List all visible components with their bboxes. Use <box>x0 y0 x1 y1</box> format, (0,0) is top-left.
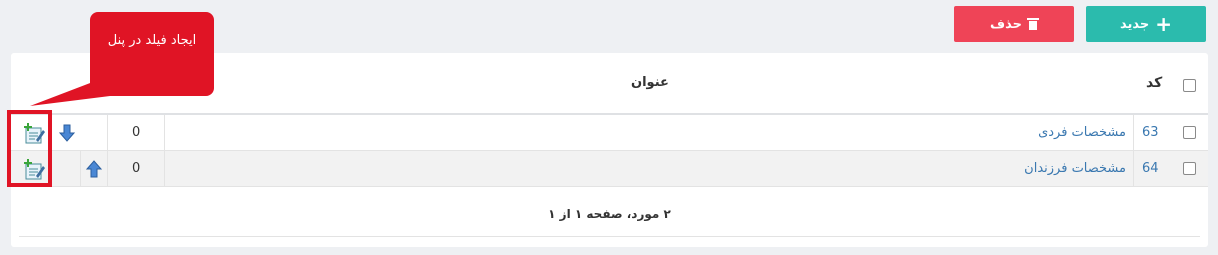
annotation-highlight-box <box>7 110 52 187</box>
trash-icon <box>1027 18 1039 30</box>
table-row[interactable]: 64 مشخصات فرزندان 0 <box>11 151 1208 187</box>
delete-button[interactable]: حذف <box>954 6 1074 42</box>
row-code[interactable]: 63 <box>1142 125 1159 140</box>
row-order: 0 <box>132 125 141 140</box>
table-row[interactable]: 63 مشخصات فردی 0 <box>11 115 1208 151</box>
plus-icon: + <box>1155 12 1173 36</box>
new-button-label: جدید <box>1119 16 1150 32</box>
arrow-down-icon[interactable] <box>59 124 75 142</box>
row-checkbox[interactable] <box>1183 126 1196 139</box>
annotation-callout: ایجاد فیلد در پنل <box>90 12 214 96</box>
arrow-up-icon[interactable] <box>86 160 102 178</box>
row-code[interactable]: 64 <box>1142 161 1159 176</box>
header-code: کد <box>1146 75 1163 91</box>
row-title[interactable]: مشخصات فرزندان <box>1024 161 1126 176</box>
row-order: 0 <box>132 161 141 176</box>
row-checkbox[interactable] <box>1183 162 1196 175</box>
pagination-summary: ۲ مورد، صفحه ۱ از ۱ <box>548 207 671 221</box>
new-button[interactable]: + جدید <box>1086 6 1206 42</box>
row-title[interactable]: مشخصات فردی <box>1038 125 1126 140</box>
pagination-footer: ۲ مورد، صفحه ۱ از ۱ <box>11 187 1208 237</box>
delete-button-label: حذف <box>990 16 1022 32</box>
header-title: عنوان <box>631 75 669 90</box>
select-all-checkbox[interactable] <box>1183 79 1196 92</box>
